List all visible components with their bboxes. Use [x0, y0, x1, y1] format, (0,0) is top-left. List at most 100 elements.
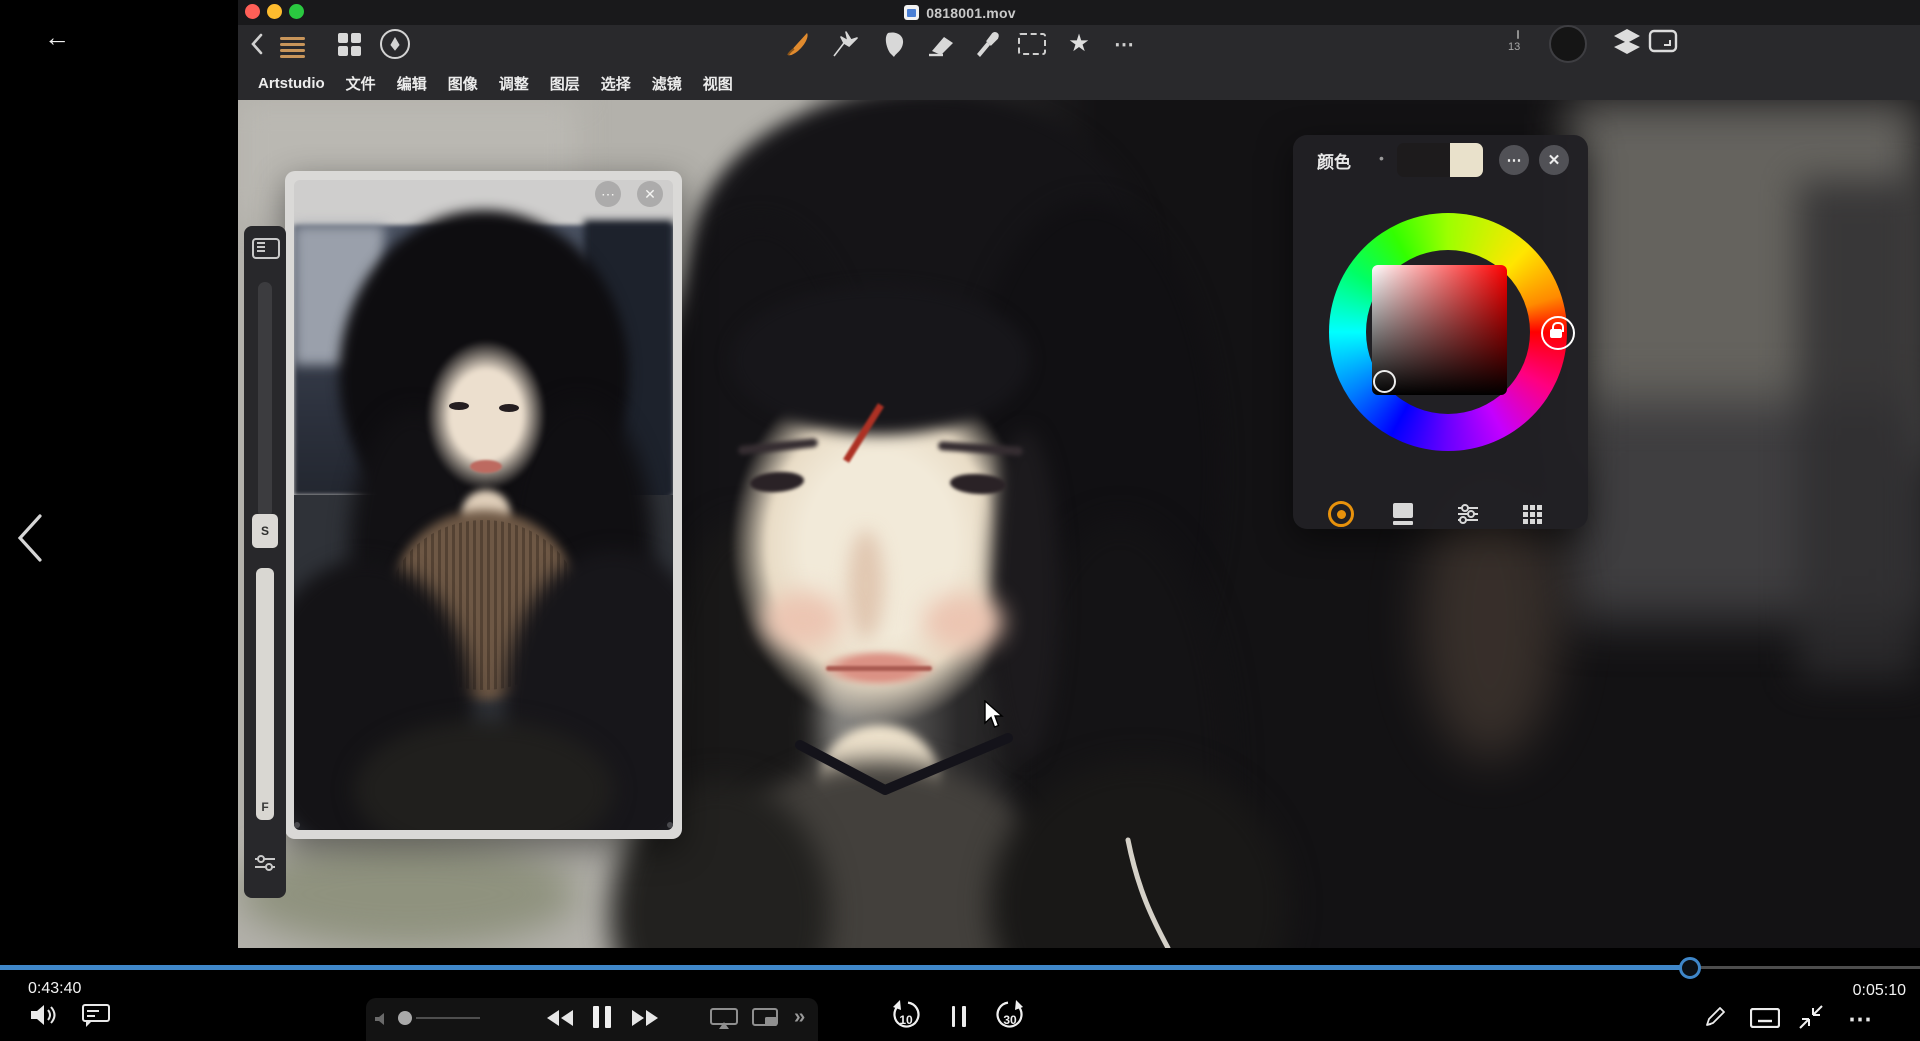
traffic-light-close[interactable]	[245, 4, 260, 19]
menu-filter[interactable]: 滤镜	[652, 73, 682, 94]
gradient-tab-icon	[1393, 503, 1413, 525]
menu-layer[interactable]: 图层	[550, 73, 580, 94]
eraser-tool-button[interactable]	[924, 29, 958, 59]
airplay-button[interactable]	[710, 1008, 738, 1035]
tool-sidebar: S F	[244, 226, 286, 898]
gallery-grid-button[interactable]	[332, 29, 366, 59]
menu-file[interactable]: 文件	[346, 73, 376, 94]
photo-eye	[499, 404, 519, 412]
eyedropper-tool-button[interactable]	[970, 29, 1004, 59]
volume-knob[interactable]	[398, 1011, 412, 1025]
flow-slider-track[interactable]: F	[256, 568, 274, 820]
menu-view[interactable]: 视图	[703, 73, 733, 94]
pause-button[interactable]	[590, 1006, 614, 1033]
reference-more-button[interactable]: ⋯	[595, 181, 621, 207]
sliders-icon	[255, 855, 275, 871]
primary-color-swatch[interactable]	[1397, 143, 1450, 177]
more-controls-chevrons[interactable]: ››	[794, 1006, 805, 1029]
brush-tool-button[interactable]	[828, 29, 862, 59]
tab-gradient[interactable]	[1383, 497, 1423, 531]
photo-eye	[449, 402, 469, 410]
expand-frame-icon	[1648, 29, 1678, 53]
menu-adjust[interactable]: 调整	[499, 73, 529, 94]
video-content: ★ ⋯ 13 Artstudio 文件 编辑 图像 调整 图层 选择 滤镜 视图…	[238, 0, 1920, 948]
stylus-mode-button[interactable]	[378, 29, 412, 59]
layers-icon	[1614, 29, 1640, 54]
skip-back-label: 10	[899, 1013, 913, 1027]
keyboard-overlay-button[interactable]	[1749, 1007, 1781, 1033]
ellipsis-icon: ⋯	[1114, 33, 1134, 56]
color-swatch-pair[interactable]	[1397, 143, 1483, 177]
chevron-left-icon	[17, 514, 42, 562]
brush-size-value: 13	[1508, 41, 1521, 53]
pip-button[interactable]	[752, 1008, 780, 1035]
rewind-button[interactable]	[545, 1009, 575, 1032]
remaining-time: 0:05:10	[1852, 982, 1906, 999]
photo-lips	[470, 460, 502, 473]
tab-palette[interactable]	[1512, 497, 1552, 531]
resize-handle[interactable]	[667, 822, 673, 828]
airplay-icon	[710, 1008, 738, 1029]
color-panel-close-button[interactable]: ✕	[1539, 145, 1569, 175]
smudge-tool-button[interactable]	[877, 29, 911, 59]
menu-hamburger-button[interactable]	[280, 29, 314, 64]
menu-artstudio[interactable]: Artstudio	[258, 75, 325, 92]
previous-video-button[interactable]	[10, 508, 50, 573]
pencil-icon	[1706, 1007, 1725, 1026]
reference-close-button[interactable]: ✕	[637, 181, 663, 207]
mute-button[interactable]	[28, 1002, 58, 1033]
skip-forward-label: 30	[1003, 1013, 1017, 1027]
reference-window[interactable]: ⋯ ✕	[285, 171, 682, 839]
tab-color-wheel[interactable]	[1321, 497, 1361, 531]
color-panel-bullet: •	[1379, 150, 1384, 166]
progress-handle[interactable]	[1678, 957, 1701, 979]
favorites-button[interactable]: ★	[1062, 29, 1096, 59]
sv-cursor[interactable]	[1373, 370, 1396, 393]
chevron-left-icon	[251, 33, 263, 55]
hue-lock-handle[interactable]	[1541, 316, 1575, 350]
size-slider-thumb[interactable]: S	[252, 514, 278, 548]
tab-sliders[interactable]	[1448, 497, 1488, 531]
fullscreen-canvas-button[interactable]	[1648, 29, 1678, 58]
layers-button[interactable]	[1610, 27, 1644, 60]
rewind-icon	[547, 1010, 573, 1026]
subtitle-icon	[82, 1004, 110, 1027]
select-tool-button[interactable]	[1015, 29, 1049, 59]
eyedropper-icon	[977, 32, 999, 57]
size-slider-label: S	[260, 524, 269, 538]
menu-image[interactable]: 图像	[448, 73, 478, 94]
menu-select[interactable]: 选择	[601, 73, 631, 94]
secondary-color-swatch[interactable]	[1450, 143, 1483, 177]
current-color-button[interactable]	[1549, 25, 1587, 63]
exit-fullscreen-button[interactable]	[1798, 1004, 1824, 1035]
slider-settings-button[interactable]	[253, 854, 277, 877]
menu-edit[interactable]: 编辑	[397, 73, 427, 94]
traffic-light-zoom[interactable]	[289, 4, 304, 19]
volume-track[interactable]	[416, 1017, 480, 1019]
fast-forward-button[interactable]	[630, 1009, 660, 1032]
color-panel-more-button[interactable]: ⋯	[1499, 145, 1529, 175]
resize-handle[interactable]	[294, 822, 300, 828]
pen-circle-icon	[380, 29, 410, 59]
annotate-button[interactable]	[1702, 1004, 1728, 1035]
palette-grid-icon	[1522, 504, 1542, 524]
mouse-cursor	[984, 700, 1004, 728]
traffic-light-minimize[interactable]	[267, 4, 282, 19]
current-time: 0:43:40	[28, 980, 82, 997]
brush-size-tick	[1517, 30, 1519, 39]
wheel-tab-icon	[1328, 501, 1354, 527]
toolbar-more-button[interactable]: ⋯	[1107, 29, 1141, 59]
player-back-button[interactable]: ←	[44, 24, 70, 50]
brush-icon	[833, 31, 858, 57]
subtitle-button[interactable]	[82, 1004, 110, 1033]
skip-forward-button[interactable]: 30	[992, 1000, 1028, 1036]
player-titlebar: 0818001.mov	[0, 0, 1920, 25]
size-slider-track[interactable]	[258, 282, 272, 518]
screen: { "window": { "title": "0818001.mov", "t…	[0, 0, 1920, 1041]
pause-button-small[interactable]	[948, 1006, 969, 1032]
skip-back-button[interactable]: 10	[888, 1000, 924, 1036]
panel-toggle-button[interactable]	[252, 238, 280, 259]
ellipsis-icon: ⋯	[601, 185, 615, 202]
app-back-button[interactable]	[240, 29, 274, 59]
paint-tool-button[interactable]	[780, 29, 814, 59]
